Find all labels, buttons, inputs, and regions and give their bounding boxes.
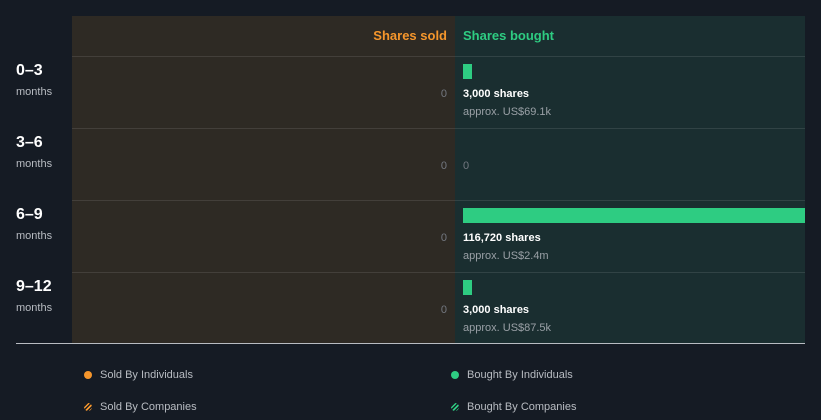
legend-bought-by-companies[interactable]: Bought By Companies (451, 401, 576, 413)
sold-value-label: 0 (440, 232, 447, 244)
period-unit-label: months (16, 86, 53, 98)
shares-bought-panel (455, 16, 805, 343)
bought-shares-label: 3,000 shares (463, 88, 530, 100)
period-unit-label: months (16, 158, 53, 170)
legend-label: Sold By Individuals (100, 369, 193, 381)
bought-shares-label: 3,000 shares (463, 304, 530, 316)
legend-hatched-dot-icon (451, 403, 459, 411)
shares-sold-panel (72, 16, 455, 343)
legend-bought-by-individuals[interactable]: Bought By Individuals (451, 369, 573, 381)
legend-hatched-dot-icon (84, 403, 92, 411)
period-unit-label: months (16, 302, 53, 314)
sold-value-label: 0 (440, 304, 447, 316)
row-separator (72, 272, 805, 273)
chart-baseline (16, 343, 805, 344)
bought-bar (463, 64, 472, 79)
legend-dot-icon (451, 371, 459, 379)
legend-sold-by-companies[interactable]: Sold By Companies (84, 401, 197, 413)
bought-approx-value: approx. US$87.5k (463, 322, 552, 334)
legend-sold-by-individuals[interactable]: Sold By Individuals (84, 369, 193, 381)
period-label: 3–6 (16, 134, 43, 151)
sold-value-label: 0 (440, 88, 447, 100)
bought-approx-value: approx. US$2.4m (463, 250, 549, 262)
bought-shares-label: 116,720 shares (463, 232, 541, 244)
legend-dot-icon (84, 371, 92, 379)
period-label: 9–12 (16, 278, 52, 295)
bought-approx-value: approx. US$69.1k (463, 106, 552, 118)
legend-label: Sold By Companies (100, 401, 197, 413)
row-separator (72, 200, 805, 201)
period-label: 6–9 (16, 206, 43, 223)
bought-bar (463, 208, 805, 223)
shares-bought-header: Shares bought (463, 28, 555, 43)
legend-label: Bought By Individuals (467, 369, 573, 381)
bought-bar (463, 280, 472, 295)
sold-value-label: 0 (440, 160, 447, 172)
bought-value-label: 0 (463, 160, 470, 172)
shares-sold-header: Shares sold (373, 28, 447, 43)
legend-label: Bought By Companies (467, 401, 577, 413)
row-separator (72, 128, 805, 129)
period-unit-label: months (16, 230, 53, 242)
row-separator (72, 56, 805, 57)
period-label: 0–3 (16, 62, 43, 79)
